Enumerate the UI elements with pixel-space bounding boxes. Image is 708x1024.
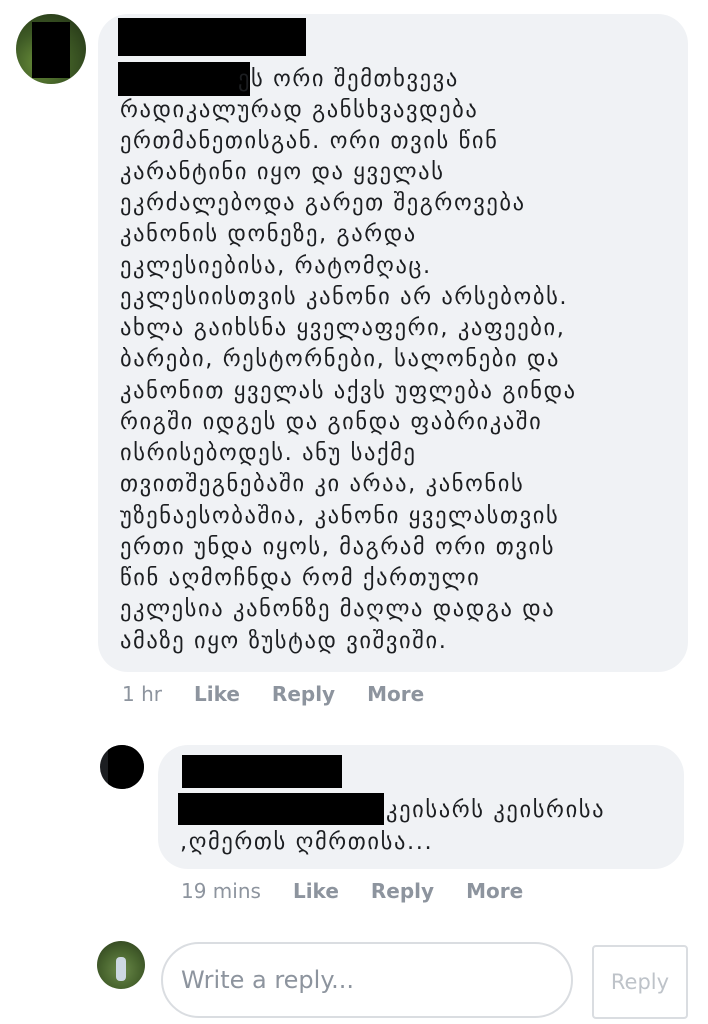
comment-line: ახლა გაიხსნა ყველაფერი, კაფეები, [120, 315, 566, 341]
comment-line: კანონის დონეზე, გარდა [120, 221, 417, 247]
comment-line: უზენაესობაშია, კანონი ყველასთვის [120, 503, 560, 529]
replier-avatar[interactable] [100, 745, 144, 789]
comment-line: ისრისებოდეს. ანუ საქმე [120, 440, 417, 466]
reply-button[interactable]: Reply [371, 879, 434, 903]
reply-actions: 19 mins Like Reply More [181, 879, 523, 903]
comment-line: ეკრძალებოდა გარეთ შეგროვება [120, 190, 526, 216]
mention-redacted[interactable] [178, 793, 384, 825]
comment-actions: 1 hr Like Reply More [122, 682, 424, 706]
commenter-avatar[interactable] [16, 14, 86, 84]
reply-bubble: კეისარს კეისრისა ,ღმერთს ღმრთისა... [158, 745, 684, 869]
comment-line: კანონით ყველას აქვს უფლება გინდა [120, 378, 577, 404]
comment-line: წინ აღმოჩნდა რომ ქართული [120, 565, 481, 591]
comment-timestamp[interactable]: 1 hr [122, 682, 162, 706]
comment-line: ეკლესიებისა, რატომღაც. [120, 253, 432, 279]
redaction-block [108, 745, 144, 789]
comment-line: ეს ორი შემთხვევა [238, 66, 459, 92]
comment-line: კარანტინი იყო და ყველას [120, 159, 445, 185]
reply-line: ,ღმერთს ღმრთისა... [180, 829, 434, 855]
comment-line: ერთმანეთისგან. ორი თვის წინ [120, 128, 499, 154]
comment-bubble: ეს ორი შემთხვევა რადიკალურად განსხვავდებ… [98, 14, 688, 672]
comment-line: ეკლესია კანონზე მაღლა დადგა და [120, 596, 556, 622]
reply-button[interactable]: Reply [272, 682, 335, 706]
redaction-block [32, 22, 70, 78]
submit-reply-button[interactable]: Reply [592, 945, 688, 1019]
reply-timestamp[interactable]: 19 mins [181, 879, 261, 903]
comment-line: თვითშეგნებაში კი არაა, კანონის [120, 471, 525, 497]
more-button[interactable]: More [367, 682, 424, 706]
comment-line: ეკლესიისთვის კანონი არ არსებობს. [120, 284, 569, 310]
like-button[interactable]: Like [293, 879, 339, 903]
person-figure-icon [116, 957, 126, 981]
comment-line: ერთი უნდა იყოს, მაგრამ ორი თვის [120, 534, 556, 560]
commenter-name-redacted[interactable] [118, 18, 306, 56]
mention-redacted[interactable] [118, 62, 250, 96]
reply-line: კეისარს კეისრისა [386, 797, 606, 823]
comment-line: რადიკალურად განსხვავდება [120, 97, 479, 123]
comment-line: ბარები, რესტორნები, სალონები და [120, 346, 561, 372]
reply-input[interactable] [161, 942, 573, 1018]
current-user-avatar [97, 941, 145, 989]
more-button[interactable]: More [466, 879, 523, 903]
replier-name-redacted[interactable] [182, 755, 342, 788]
comment-line: ამაზე იყო ზუსტად ვიშვიში. [120, 628, 448, 654]
like-button[interactable]: Like [194, 682, 240, 706]
comment-line: რიგში იდგეს და გინდა ფაბრიკაში [120, 409, 543, 435]
